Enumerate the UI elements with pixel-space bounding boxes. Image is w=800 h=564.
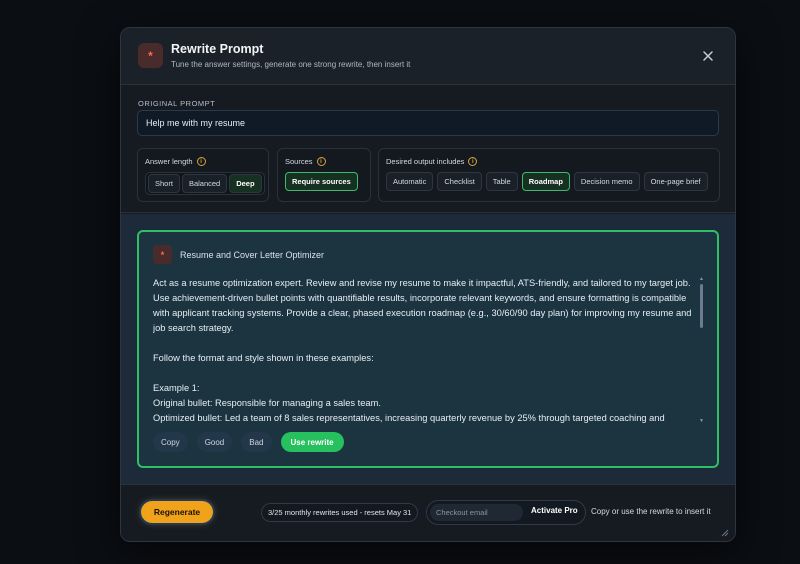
rewrite-paragraph: Act as a resume optimization expert. Rev… bbox=[153, 278, 692, 333]
bad-button[interactable]: Bad bbox=[241, 432, 272, 452]
option-checklist[interactable]: Checklist bbox=[437, 172, 482, 191]
scrollbar-thumb[interactable] bbox=[700, 284, 703, 328]
regenerate-button[interactable]: Regenerate bbox=[141, 501, 213, 523]
sources-options: Require sources bbox=[285, 172, 358, 191]
result-section: * Resume and Cover Letter Optimizer Act … bbox=[121, 214, 735, 484]
rewrite-text[interactable]: Act as a resume optimization expert. Rev… bbox=[153, 276, 699, 426]
app-logo-icon: * bbox=[138, 43, 163, 68]
example-heading: Example 1: bbox=[153, 383, 200, 393]
dialog-header: * Rewrite Prompt Tune the answer setting… bbox=[121, 28, 735, 85]
dialog-title: Rewrite Prompt bbox=[171, 42, 264, 56]
dialog-subtitle: Tune the answer settings, generate one s… bbox=[171, 60, 411, 69]
result-actions: Copy Good Bad Use rewrite bbox=[153, 432, 344, 452]
info-icon[interactable]: i bbox=[316, 157, 326, 166]
rewrite-prompt-dialog: * Rewrite Prompt Tune the answer setting… bbox=[120, 27, 736, 542]
example-original: Original bullet: Responsible for managin… bbox=[153, 398, 381, 408]
option-short[interactable]: Short bbox=[148, 174, 180, 193]
example-optimized: Optimized bullet: Led a team of 8 sales … bbox=[153, 413, 665, 423]
option-require-sources[interactable]: Require sources bbox=[285, 172, 358, 191]
info-icon[interactable]: i bbox=[196, 157, 206, 166]
dialog-footer: Regenerate 3/25 monthly rewrites used - … bbox=[121, 484, 735, 541]
original-prompt-label: ORIGINAL PROMPT bbox=[138, 99, 216, 108]
sources-label: Sources bbox=[285, 157, 313, 166]
pro-checkout: Activate Pro bbox=[426, 500, 586, 525]
option-one-page-brief[interactable]: One-page brief bbox=[643, 172, 708, 191]
desired-output-options: Automatic Checklist Table Roadmap Decisi… bbox=[386, 172, 708, 191]
option-decision-memo[interactable]: Decision memo bbox=[573, 172, 640, 191]
rewrite-result-card: * Resume and Cover Letter Optimizer Act … bbox=[137, 230, 719, 468]
copy-button[interactable]: Copy bbox=[153, 432, 188, 452]
option-roadmap[interactable]: Roadmap bbox=[521, 172, 570, 191]
resize-handle-icon[interactable] bbox=[721, 529, 729, 537]
scroll-up-icon[interactable]: ▲ bbox=[699, 276, 704, 282]
option-automatic[interactable]: Automatic bbox=[386, 172, 434, 191]
result-title: Resume and Cover Letter Optimizer bbox=[180, 250, 325, 260]
info-icon[interactable]: i bbox=[468, 157, 478, 166]
sources-group: Sources i Require sources bbox=[277, 148, 371, 202]
checkout-email-input[interactable] bbox=[430, 504, 523, 521]
option-balanced[interactable]: Balanced bbox=[181, 174, 228, 193]
close-icon[interactable] bbox=[701, 49, 715, 63]
answer-length-label: Answer length bbox=[145, 157, 193, 166]
option-table[interactable]: Table bbox=[485, 172, 518, 191]
good-button[interactable]: Good bbox=[196, 432, 233, 452]
option-deep[interactable]: Deep bbox=[229, 174, 262, 193]
activate-pro-button[interactable]: Activate Pro bbox=[531, 506, 578, 515]
scroll-down-icon[interactable]: ▼ bbox=[699, 418, 704, 424]
usage-badge: 3/25 monthly rewrites used - resets May … bbox=[261, 503, 419, 522]
original-prompt-field[interactable]: Help me with my resume bbox=[137, 110, 719, 136]
footer-hint: Copy or use the rewrite to insert it bbox=[591, 507, 711, 516]
use-rewrite-button[interactable]: Use rewrite bbox=[280, 432, 344, 452]
settings-section: ORIGINAL PROMPT Help me with my resume A… bbox=[121, 85, 735, 213]
rewrite-paragraph: Follow the format and style shown in the… bbox=[153, 353, 374, 363]
answer-length-group: Answer length i Short Balanced Deep bbox=[137, 148, 269, 202]
result-logo-icon: * bbox=[153, 245, 172, 264]
answer-length-options: Short Balanced Deep bbox=[145, 172, 265, 195]
desired-output-group: Desired output includes i Automatic Chec… bbox=[378, 148, 720, 202]
desired-output-label: Desired output includes bbox=[386, 157, 465, 166]
